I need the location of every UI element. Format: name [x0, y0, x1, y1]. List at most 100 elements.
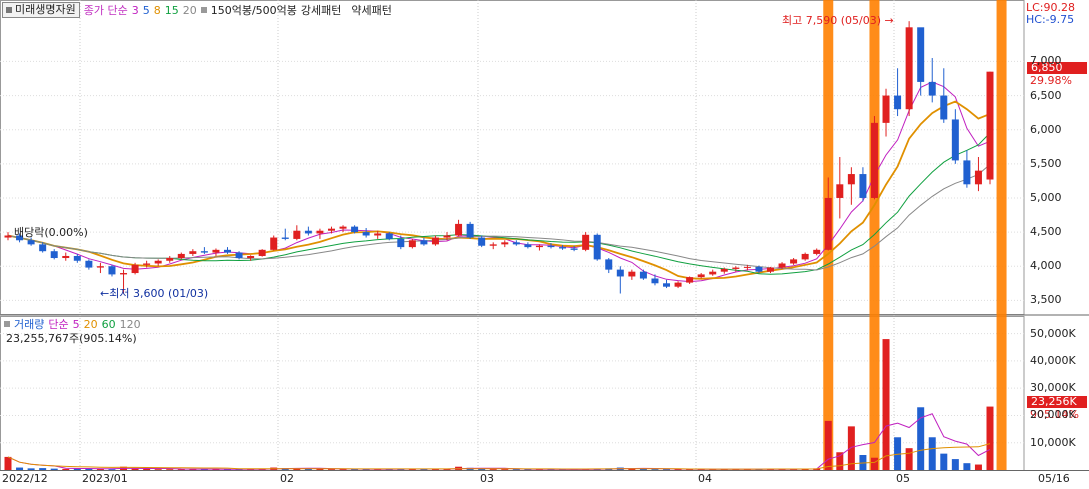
- volume-current-value: 23,255,767주(905.14%): [6, 332, 137, 345]
- weak-pattern-label[interactable]: 약세패턴: [351, 2, 391, 18]
- ma15-line: [7, 132, 991, 275]
- candle-body: [824, 197, 832, 250]
- candle-body: [570, 248, 578, 250]
- date-tick-label: 05: [896, 472, 910, 485]
- ma3-label[interactable]: 3: [132, 4, 139, 17]
- volume-bar: [836, 452, 844, 470]
- volume-bar: [928, 437, 936, 470]
- candle-body: [270, 237, 278, 250]
- strong-pattern-label[interactable]: 강세패턴: [301, 2, 341, 18]
- volume-tick-label: 50,000K: [1030, 326, 1076, 340]
- ma5-label[interactable]: 5: [143, 4, 150, 17]
- price-tick-label: 3,500: [1030, 293, 1062, 307]
- candle-body: [62, 255, 70, 259]
- volume-ma5-label[interactable]: 5: [73, 318, 80, 331]
- ma20-label[interactable]: 20: [183, 4, 197, 17]
- volume-tick-label: 20,000K: [1030, 408, 1076, 422]
- candle-body: [605, 259, 613, 270]
- candle-body: [235, 252, 243, 259]
- candle-body: [535, 245, 543, 248]
- candle-body: [766, 267, 774, 272]
- candle-body: [524, 244, 532, 248]
- candle-body: [27, 240, 35, 245]
- volume-bar: [663, 469, 671, 470]
- candle-body: [559, 247, 567, 249]
- volume-marker-icon: [4, 321, 10, 327]
- strong-pattern-highlight: [996, 0, 1007, 470]
- ma8-label[interactable]: 8: [154, 4, 161, 17]
- candle-body: [778, 263, 786, 268]
- volume-bar: [651, 469, 659, 470]
- ticker-selector[interactable]: 미래생명자원: [2, 2, 80, 18]
- volume-tick-label: 40,000K: [1030, 353, 1076, 367]
- candle-body: [85, 260, 93, 268]
- dividend-annotation: 배당락(0.00%): [14, 226, 88, 239]
- pattern-label[interactable]: 150억봉/500억봉: [211, 2, 297, 18]
- ma15-label[interactable]: 15: [165, 4, 179, 17]
- volume-bar: [39, 468, 47, 470]
- ma5-line: [7, 81, 991, 283]
- candle-body: [743, 266, 751, 268]
- candle-body: [790, 259, 798, 264]
- candle-body: [940, 95, 948, 120]
- current-volume-tag: 23,256K: [1027, 396, 1087, 408]
- candle-body: [501, 242, 509, 245]
- candle-body: [547, 245, 555, 248]
- candle-body: [720, 268, 728, 272]
- candle-body: [120, 273, 128, 275]
- candle-body: [200, 251, 208, 253]
- candle-body: [974, 170, 982, 185]
- candle-body: [131, 264, 139, 274]
- volume-bar: [986, 406, 994, 470]
- candle-body: [431, 237, 439, 245]
- date-tick-label: 04: [698, 472, 712, 485]
- price-tick-label: 6,500: [1030, 88, 1062, 102]
- candle-body: [154, 260, 162, 264]
- hc-readout: HC:-9.75: [1026, 13, 1075, 26]
- candle-body: [951, 119, 959, 161]
- ticker-marker-icon: [6, 7, 12, 13]
- candle-body: [96, 266, 104, 268]
- price-tick-label: 4,000: [1030, 259, 1062, 273]
- candle-body: [755, 266, 763, 272]
- candle-body: [362, 232, 370, 236]
- candle-body: [512, 242, 520, 245]
- price-tick-label: 5,000: [1030, 190, 1062, 204]
- volume-bar: [501, 469, 509, 470]
- volume-bar: [327, 469, 335, 470]
- volume-tick-label: 10,000K: [1030, 435, 1076, 449]
- date-tick-label: 02: [280, 472, 294, 485]
- candle-body: [709, 271, 717, 275]
- candle-body: [582, 234, 590, 250]
- volume-bar: [951, 459, 959, 470]
- candle-body: [986, 71, 994, 180]
- candle-body: [651, 278, 659, 284]
- volume-bar: [143, 468, 151, 470]
- candle-body: [224, 249, 232, 253]
- candle-body: [628, 271, 636, 277]
- price-change-pct: 29.98%: [1030, 74, 1072, 87]
- volume-bar: [166, 469, 174, 470]
- volume-ma120-label[interactable]: 120: [120, 318, 141, 331]
- candle-body: [166, 258, 174, 261]
- candle-body: [339, 226, 347, 229]
- volume-bar: [154, 469, 162, 470]
- high-annotation: 최고 7,590 (05/03) →: [782, 14, 894, 27]
- candle-body: [374, 233, 382, 236]
- candle-body: [686, 277, 694, 283]
- price-tick-label: 5,500: [1030, 156, 1062, 170]
- ma-type-label[interactable]: 종가 단순: [84, 2, 128, 18]
- volume-ma20-label[interactable]: 20: [84, 318, 98, 331]
- candle-body: [455, 223, 463, 236]
- chart-canvas[interactable]: [0, 0, 1089, 489]
- candle-body: [385, 233, 393, 239]
- candle-body: [39, 244, 47, 252]
- candle-body: [847, 174, 855, 185]
- date-tick-label: 05/16: [1038, 472, 1070, 485]
- volume-bar: [940, 453, 948, 470]
- volume-bar: [870, 457, 878, 470]
- candle-body: [836, 184, 844, 198]
- candle-body: [108, 266, 116, 275]
- volume-ma60-label[interactable]: 60: [102, 318, 116, 331]
- date-tick-label: 2022/12: [2, 472, 48, 485]
